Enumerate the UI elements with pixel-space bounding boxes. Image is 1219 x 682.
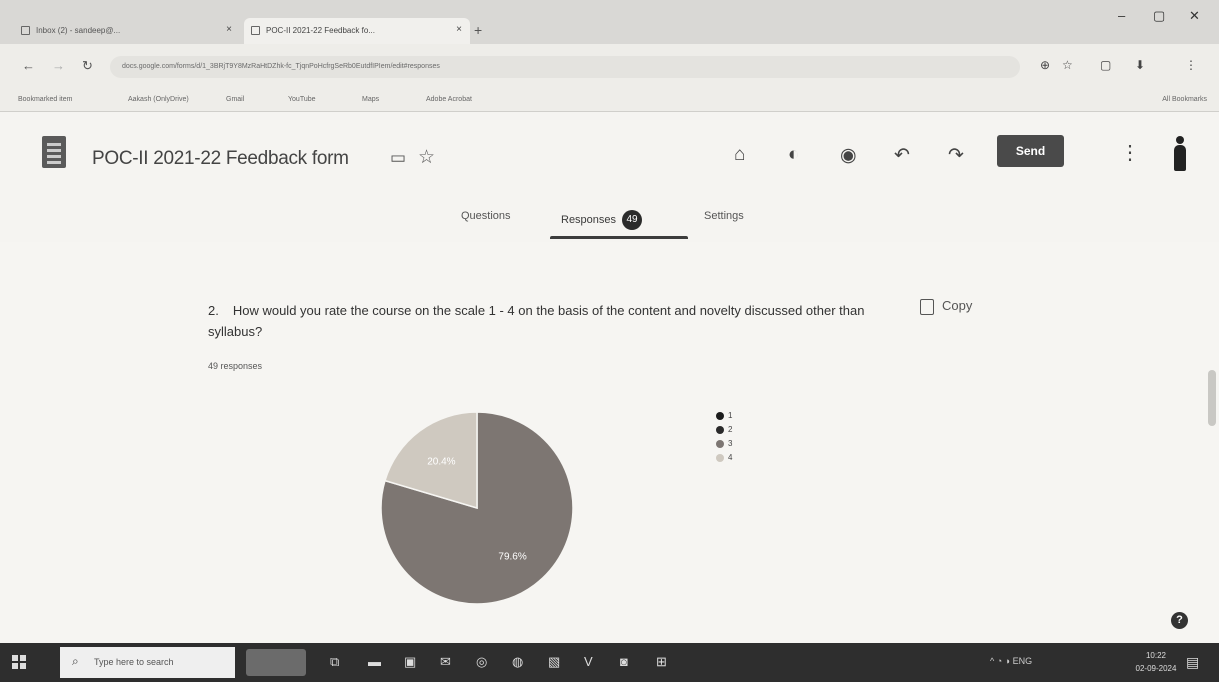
pie-chart: 79.6% 20.4% — [380, 411, 574, 605]
news-widget-icon[interactable] — [246, 649, 306, 676]
redo-icon[interactable]: ↷ — [948, 144, 964, 167]
customize-theme-icon[interactable]: ⌂ — [734, 144, 745, 166]
file-explorer-icon[interactable]: ▬ — [368, 654, 381, 669]
response-summary: 2. How would you rate the course on the s… — [0, 242, 1219, 643]
maximize-button[interactable]: ▢ — [1153, 8, 1165, 24]
legend-swatch — [716, 439, 724, 448]
chart-legend: 1 2 3 4 — [716, 409, 732, 465]
undo-icon[interactable]: ↶ — [894, 144, 910, 167]
clock[interactable]: 10:22 02-09-2024 — [1134, 649, 1178, 675]
mail-icon[interactable]: ✉ — [440, 654, 451, 670]
search-icon: ⌕ — [72, 654, 79, 668]
form-title[interactable]: POC-II 2021-22 Feedback form — [92, 148, 349, 170]
legend-label: 3 — [728, 439, 733, 448]
app-icon[interactable]: ◍ — [512, 654, 523, 670]
back-button[interactable]: ← — [22, 58, 35, 73]
tab-responses[interactable]: Responses 49 — [561, 210, 643, 230]
tab-settings[interactable]: Settings — [704, 210, 744, 222]
response-count-badge: 49 — [622, 210, 643, 230]
copy-chart-button[interactable]: Copy — [920, 298, 972, 315]
clock-time: 10:22 — [1145, 651, 1167, 660]
browser-tab-bar: Inbox (2) - sandeep@... × POC-II 2021-22… — [0, 0, 1219, 44]
bookmark-item[interactable]: Bookmarked item — [18, 96, 72, 103]
copy-icon — [920, 298, 934, 315]
legend-swatch — [716, 453, 724, 462]
app-icon[interactable]: ▧ — [548, 654, 560, 670]
forms-logo-icon[interactable] — [42, 136, 66, 168]
tab-questions[interactable]: Questions — [461, 210, 511, 222]
question-text: How would you rate the course on the sca… — [208, 303, 865, 339]
browser-menu-icon[interactable]: ⋮ — [1185, 58, 1197, 72]
scrollbar-thumb[interactable] — [1208, 370, 1216, 426]
active-tab-indicator — [550, 236, 688, 239]
close-tab-icon[interactable]: × — [226, 24, 232, 35]
chrome-icon[interactable]: ◎ — [476, 654, 487, 670]
question-title: 2. How would you rate the course on the s… — [208, 300, 898, 342]
copy-label: Copy — [942, 298, 973, 313]
taskbar-search-input[interactable]: ⌕ Type here to search — [60, 647, 235, 678]
minimize-button[interactable]: – — [1118, 8, 1125, 23]
bookmark-item[interactable]: YouTube — [288, 96, 316, 103]
forms-icon — [251, 26, 260, 35]
legend-item: 4 — [716, 451, 732, 465]
bookmarks-bar: Bookmarked item Aakash (OnlyDrive) Gmail… — [0, 88, 1219, 112]
bookmark-item[interactable]: Maps — [362, 96, 379, 103]
tab-responses-label: Responses — [561, 213, 617, 226]
browser-tab-inbox[interactable]: Inbox (2) - sandeep@... × — [14, 18, 240, 44]
close-tab-icon[interactable]: × — [456, 24, 462, 35]
address-bar-row: ← → ↻ docs.google.com/forms/d/1_3BRjT9Y8… — [0, 44, 1219, 88]
extensions-icon[interactable]: ▢ — [1100, 58, 1111, 72]
app-icon[interactable]: ⊞ — [656, 654, 667, 670]
legend-swatch — [716, 425, 724, 434]
app-icon[interactable]: V — [584, 654, 593, 669]
question-number: 2. — [208, 303, 219, 318]
new-tab-button[interactable]: + — [474, 22, 482, 38]
browser-tab-form[interactable]: POC-II 2021-22 Feedback fo... × — [244, 18, 470, 44]
folder-icon[interactable]: ▭ — [390, 148, 406, 168]
app-icon[interactable]: ◙ — [620, 654, 628, 669]
windows-start-icon[interactable] — [12, 655, 26, 669]
clock-date: 02-09-2024 — [1135, 664, 1177, 673]
legend-label: 2 — [728, 425, 733, 434]
form-header: POC-II 2021-22 Feedback form ▭ ☆ ⌂ ◐ ◉ ↶… — [0, 112, 1219, 242]
gmail-icon — [21, 26, 30, 35]
download-icon[interactable]: ⬇ — [1135, 58, 1145, 72]
notification-icon[interactable]: ▤ — [1186, 654, 1199, 671]
tab-title: POC-II 2021-22 Feedback fo... — [266, 26, 375, 35]
pie-data-label: 79.6% — [498, 552, 526, 563]
all-bookmarks-button[interactable]: All Bookmarks — [1162, 96, 1207, 103]
response-total: 49 responses — [208, 361, 263, 371]
palette-icon[interactable]: ◐ — [788, 144, 799, 166]
legend-item: 2 — [716, 423, 732, 437]
legend-label: 4 — [728, 453, 733, 462]
star-icon[interactable]: ☆ — [418, 146, 435, 169]
legend-label: 1 — [728, 411, 733, 420]
close-window-button[interactable]: ✕ — [1189, 8, 1200, 24]
help-icon[interactable]: ? — [1171, 612, 1188, 629]
bookmark-star-icon[interactable]: ☆ — [1062, 58, 1073, 72]
taskbar: ⌕ Type here to search ⧉ ▬ ▣ ✉ ◎ ◍ ▧ V ◙ ⊞… — [0, 643, 1219, 682]
more-options-icon[interactable]: ⋮ — [1120, 140, 1140, 165]
zoom-icon[interactable]: ⊕ — [1040, 58, 1050, 72]
search-placeholder: Type here to search — [94, 657, 174, 667]
task-view-icon[interactable]: ⧉ — [330, 654, 339, 670]
legend-swatch — [716, 411, 724, 420]
forward-button[interactable]: → — [52, 58, 65, 73]
tab-title: Inbox (2) - sandeep@... — [36, 26, 121, 35]
system-tray[interactable]: ^ ◔ ◑ ENG — [990, 656, 1032, 666]
bookmark-item[interactable]: Aakash (OnlyDrive) — [128, 96, 189, 103]
address-input[interactable]: docs.google.com/forms/d/1_3BRjT9Y8MzRaHt… — [110, 56, 1020, 78]
reload-button[interactable]: ↻ — [82, 58, 93, 74]
bookmark-item[interactable]: Gmail — [226, 96, 244, 103]
preview-eye-icon[interactable]: ◉ — [840, 144, 857, 167]
legend-item: 3 — [716, 437, 732, 451]
bookmark-item[interactable]: Adobe Acrobat — [426, 96, 472, 103]
send-button[interactable]: Send — [997, 135, 1064, 167]
avatar[interactable] — [1172, 136, 1188, 172]
store-icon[interactable]: ▣ — [404, 654, 416, 670]
pie-data-label: 20.4% — [427, 456, 455, 467]
legend-item: 1 — [716, 409, 732, 423]
